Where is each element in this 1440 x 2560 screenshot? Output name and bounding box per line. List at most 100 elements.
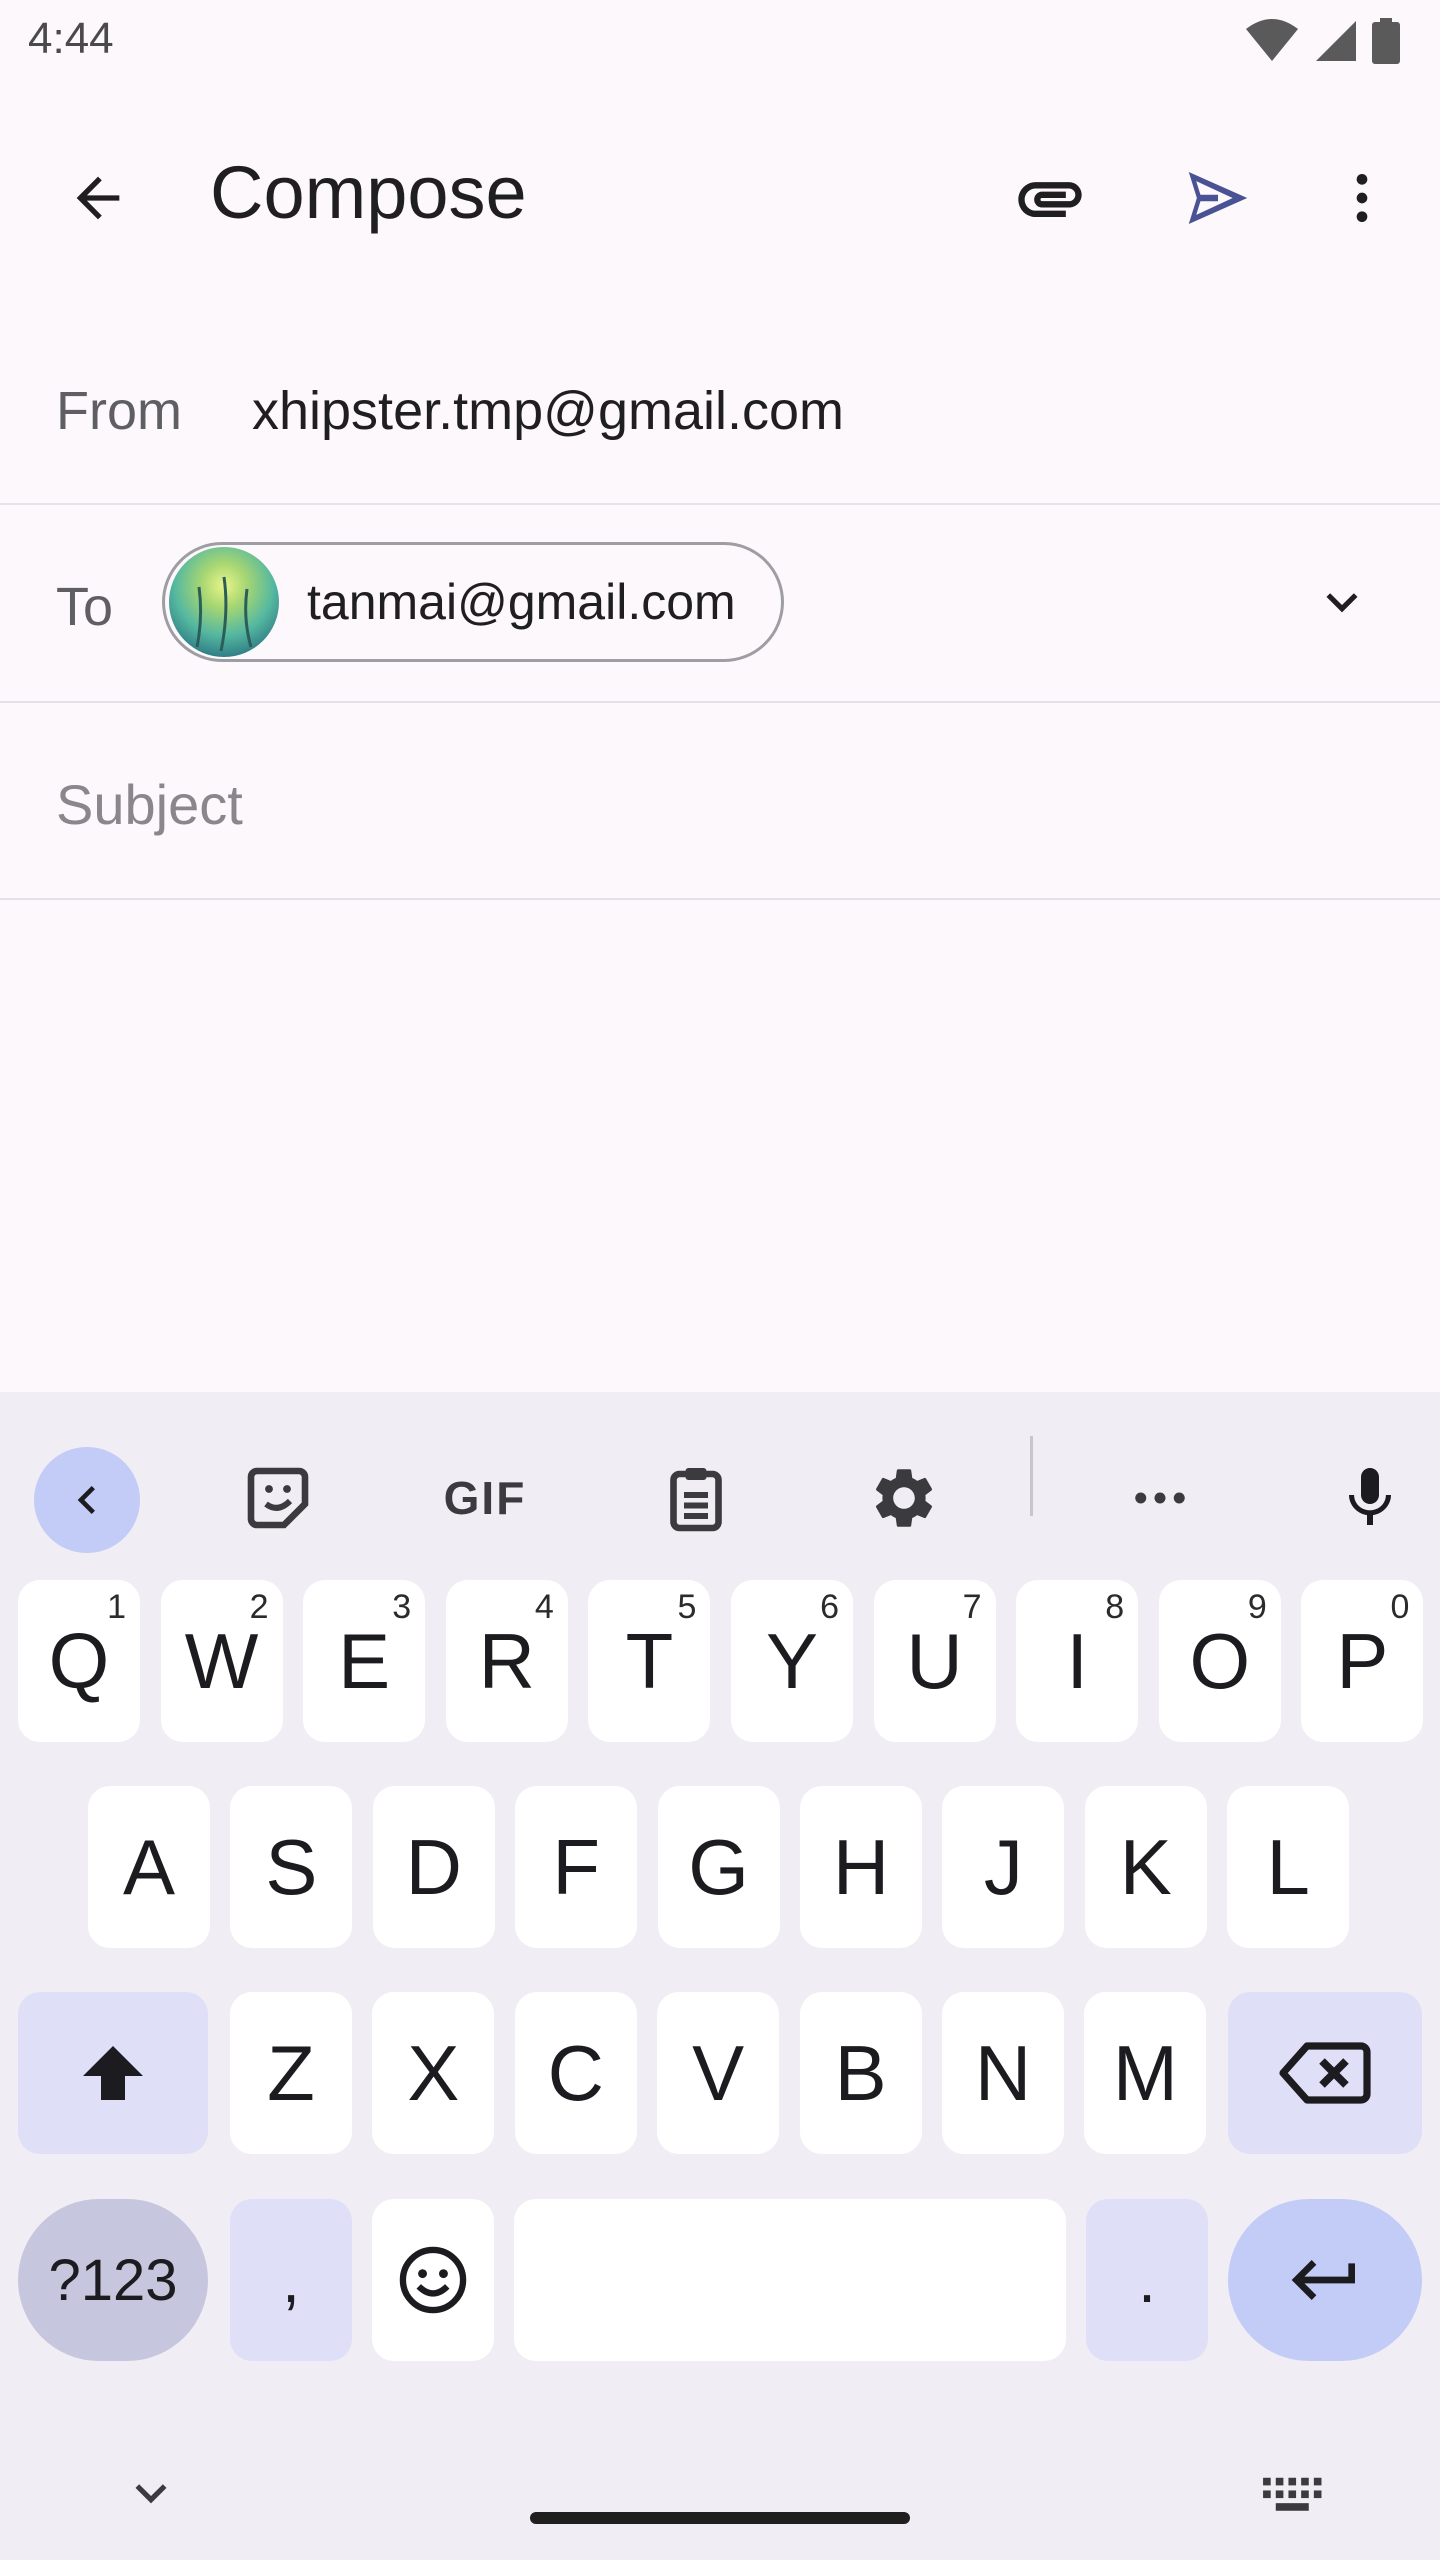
recipient-email: tanmai@gmail.com [307, 574, 736, 630]
clipboard-icon [670, 1468, 722, 1532]
key-hint: 1 [107, 1588, 126, 1626]
key-y[interactable]: Y6 [731, 1580, 853, 1742]
key-g[interactable]: G [657, 1786, 780, 1948]
subject-input[interactable]: Subject [56, 772, 243, 837]
mic-icon [1349, 1468, 1391, 1525]
page-title: Compose [210, 151, 527, 234]
key-o[interactable]: O9 [1158, 1580, 1281, 1742]
status-icons [1244, 18, 1400, 64]
more-vert-icon [1356, 174, 1368, 222]
key-s[interactable]: S [230, 1786, 353, 1948]
send-button[interactable] [1166, 146, 1270, 250]
chevron-down-icon [135, 2484, 167, 2504]
sticker-button[interactable] [228, 1448, 328, 1548]
key-r[interactable]: R4 [445, 1580, 568, 1742]
switch-keyboard-button[interactable] [1258, 2462, 1324, 2524]
signal-icon [1316, 21, 1356, 61]
backspace-key[interactable] [1228, 1992, 1422, 2154]
enter-key[interactable] [1228, 2199, 1422, 2361]
key-label: I [1066, 1616, 1089, 1705]
key-label: O [1189, 1616, 1251, 1705]
space-key[interactable] [514, 2199, 1066, 2361]
key-c[interactable]: C [514, 1992, 637, 2154]
avatar [169, 547, 279, 657]
key-k[interactable]: K [1084, 1786, 1207, 1948]
key-f[interactable]: F [515, 1786, 638, 1948]
attach-button[interactable] [1000, 148, 1100, 248]
gif-button[interactable]: GIF [430, 1448, 540, 1548]
more-tools-button[interactable] [1110, 1448, 1210, 1548]
key-label: T [625, 1616, 674, 1705]
key-e[interactable]: E3 [303, 1580, 426, 1742]
key-x[interactable]: X [372, 1992, 495, 2154]
key-hint: 0 [1390, 1588, 1410, 1626]
key-label: R [478, 1616, 535, 1705]
sticker-icon [247, 1467, 309, 1529]
battery-icon [1372, 18, 1400, 64]
send-icon [1188, 172, 1248, 224]
key-hint: 9 [1247, 1588, 1267, 1626]
to-label: To [56, 577, 114, 637]
comma-key[interactable]: , [230, 2199, 352, 2361]
key-w[interactable]: W2 [160, 1580, 283, 1742]
key-p[interactable]: P0 [1301, 1580, 1424, 1742]
keyboard-collapse-button[interactable] [34, 1447, 140, 1553]
recipient-chip[interactable]: tanmai@gmail.com [162, 542, 784, 662]
keyboard-icon [1263, 2477, 1322, 2511]
key-label: Q [48, 1616, 110, 1705]
symbols-key[interactable]: ?123 [18, 2199, 208, 2361]
backspace-icon [1279, 2042, 1371, 2104]
key-hint: 4 [534, 1588, 554, 1626]
gear-icon [875, 1469, 933, 1527]
back-arrow-icon [76, 176, 120, 220]
enter-icon [1291, 2260, 1355, 2300]
voice-input-button[interactable] [1320, 1448, 1420, 1548]
key-hint: 7 [962, 1588, 982, 1626]
key-hint: 6 [820, 1588, 839, 1626]
status-time: 4:44 [28, 14, 114, 63]
key-a[interactable]: A [88, 1786, 210, 1948]
body-editor[interactable] [0, 900, 1440, 1390]
more-options-button[interactable] [1314, 150, 1410, 246]
key-d[interactable]: D [372, 1786, 495, 1948]
key-h[interactable]: H [800, 1786, 922, 1948]
key-hint: 3 [392, 1588, 412, 1626]
settings-button[interactable] [854, 1448, 954, 1548]
shift-key[interactable] [18, 1992, 208, 2154]
expand-recipients-button[interactable] [1296, 556, 1388, 648]
back-button[interactable] [50, 150, 146, 246]
divider [0, 503, 1440, 505]
key-l[interactable]: L [1227, 1786, 1350, 1948]
key-u[interactable]: U7 [873, 1580, 996, 1742]
key-b[interactable]: B [799, 1992, 922, 2154]
from-field[interactable]: xhipster.tmp@gmail.com [252, 380, 844, 442]
key-v[interactable]: V [657, 1992, 780, 2154]
shift-icon [83, 2046, 143, 2100]
key-hint: 2 [249, 1588, 269, 1626]
key-label: U [906, 1616, 963, 1705]
from-label: From [56, 381, 182, 441]
key-m[interactable]: M [1084, 1992, 1207, 2154]
key-n[interactable]: N [942, 1992, 1064, 2154]
period-key[interactable]: . [1086, 2199, 1208, 2361]
key-j[interactable]: J [942, 1786, 1065, 1948]
key-label: E [338, 1616, 391, 1705]
keyboard: GIF Q1W2E3R4T5Y6U7I8O9P0 ASDFGHJKL ZXCVB… [0, 1392, 1440, 2560]
key-i[interactable]: I8 [1016, 1580, 1139, 1742]
emoji-icon [399, 2246, 467, 2314]
wifi-icon [1246, 19, 1298, 61]
key-z[interactable]: Z [230, 1992, 352, 2154]
emoji-key[interactable] [372, 2199, 494, 2361]
home-indicator[interactable] [530, 2512, 910, 2524]
clipboard-button[interactable] [646, 1448, 746, 1548]
chevron-left-icon [77, 1486, 95, 1514]
key-label: W [184, 1616, 259, 1705]
toolbar-divider [1030, 1436, 1033, 1516]
chevron-down-icon [1326, 593, 1358, 613]
key-t[interactable]: T5 [588, 1580, 711, 1742]
key-hint: 8 [1105, 1588, 1125, 1626]
divider [0, 701, 1440, 703]
hide-keyboard-button[interactable] [120, 2462, 182, 2524]
key-q[interactable]: Q1 [18, 1580, 140, 1742]
more-horiz-icon [1135, 1492, 1185, 1504]
